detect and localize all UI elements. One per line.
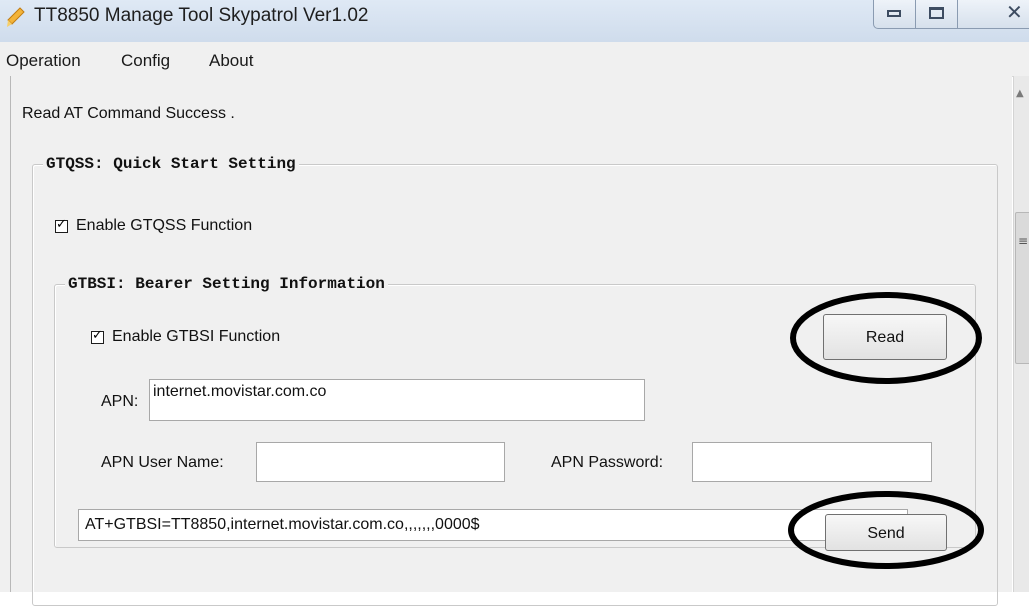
- gtbsi-enable-label[interactable]: Enable GTBSI Function: [112, 328, 280, 346]
- gtbsi-legend: GTBSI: Bearer Setting Information: [65, 275, 388, 293]
- minimize-icon: [887, 10, 901, 17]
- menu-operation[interactable]: Operation: [6, 51, 81, 71]
- apn-label: APN:: [101, 393, 139, 410]
- maximize-button[interactable]: [915, 0, 959, 29]
- apn-username-label: APN User Name:: [101, 454, 224, 471]
- at-command-field[interactable]: AT+GTBSI=TT8850,internet.movistar.com.co…: [78, 509, 908, 541]
- send-button[interactable]: Send: [825, 514, 947, 551]
- scroll-up-arrow-icon[interactable]: ▲: [1016, 88, 1024, 99]
- window-title: TT8850 Manage Tool Skypatrol Ver1.02: [34, 5, 369, 26]
- maximize-icon: [929, 7, 944, 19]
- close-button[interactable]: ✕: [957, 0, 1029, 29]
- apn-password-label: APN Password:: [551, 454, 664, 471]
- menu-about[interactable]: About: [209, 51, 253, 71]
- minimize-button[interactable]: [873, 0, 917, 29]
- menu-config[interactable]: Config: [121, 51, 170, 71]
- checkbox-box[interactable]: ✓: [55, 216, 68, 233]
- app-icon: [7, 7, 25, 27]
- apn-username-field[interactable]: [256, 442, 505, 482]
- close-icon: ✕: [1006, 0, 1023, 24]
- status-message: Read AT Command Success .: [22, 105, 235, 122]
- apn-field[interactable]: internet.movistar.com.co: [149, 379, 645, 421]
- scroll-grip-icon: ≡: [1018, 234, 1029, 248]
- gtqss-enable-label[interactable]: Enable GTQSS Function: [76, 217, 252, 235]
- gtqss-enable-checkbox[interactable]: ✓ Enable GTQSS Function: [55, 217, 252, 235]
- window-frame-left: [0, 76, 11, 592]
- gtbsi-enable-checkbox[interactable]: ✓ Enable GTBSI Function: [91, 328, 280, 346]
- apn-password-field[interactable]: [692, 442, 932, 482]
- checkmark-icon: ✓: [56, 216, 67, 232]
- read-button[interactable]: Read: [823, 314, 947, 360]
- checkbox-box[interactable]: ✓: [91, 327, 104, 344]
- title-bar: TT8850 Manage Tool Skypatrol Ver1.02 ✕: [0, 0, 1029, 42]
- gtqss-legend: GTQSS: Quick Start Setting: [43, 155, 299, 173]
- checkmark-icon: ✓: [92, 327, 103, 343]
- menu-bar: Operation Config About: [0, 42, 1029, 77]
